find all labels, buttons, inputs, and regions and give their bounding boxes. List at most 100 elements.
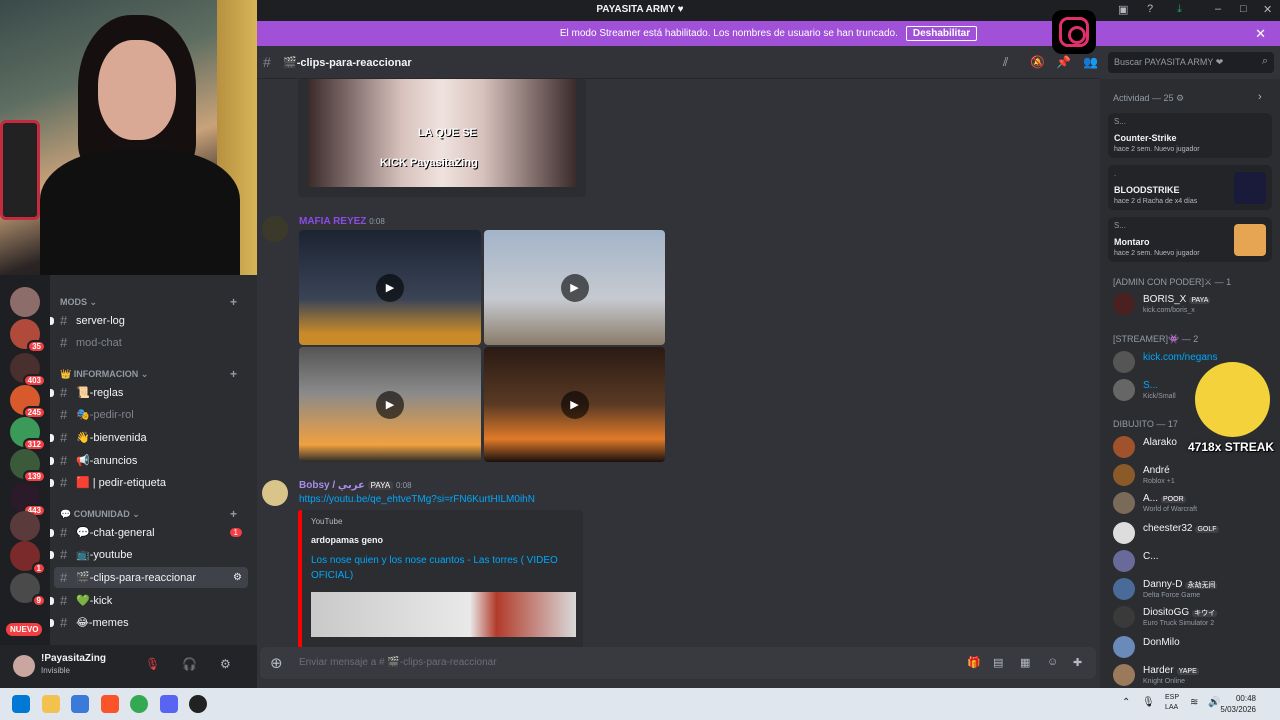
hash-icon: # <box>60 385 68 400</box>
server-icon[interactable]: 35 <box>10 319 46 353</box>
hash-icon: # <box>60 407 68 422</box>
inbox-icon[interactable]: ▣ <box>1118 3 1128 16</box>
message-input[interactable]: ⊕ Enviar mensaje a # 🎬-clips-para-reacci… <box>260 647 1096 679</box>
gif-icon[interactable]: ▤ <box>993 656 1003 669</box>
settings-icon[interactable]: ⚙ <box>233 572 242 583</box>
member-item[interactable]: Harder YAPE Knight Online <box>1113 662 1273 688</box>
start-icon[interactable] <box>12 695 30 713</box>
channel-pedir-rol[interactable]: # 🎭-pedir-rol <box>54 404 248 425</box>
app-icon[interactable] <box>71 695 89 713</box>
sticker-icon[interactable]: ▦ <box>1020 656 1030 669</box>
discord-icon[interactable] <box>160 695 178 713</box>
embed-title[interactable]: Los nose quien y los nose cuantos - Las … <box>311 553 571 583</box>
server-icon[interactable]: 1 <box>10 541 46 575</box>
channel-server-log[interactable]: # server-log <box>50 310 248 331</box>
author-name[interactable]: MAFIA REYEZ <box>299 216 366 227</box>
member-item[interactable]: André Roblox +1 <box>1113 462 1273 488</box>
channel-memes[interactable]: # 😂-memes <box>50 612 248 633</box>
activity-card[interactable]: . BLOODSTRIKE hace 2 d Racha de x4 días <box>1108 165 1272 210</box>
channel-reglas[interactable]: # 📜-reglas <box>50 382 248 403</box>
channel-pedir-etiqueta[interactable]: # 🟥 | pedir-etiqueta <box>50 472 248 493</box>
channel-chat-general[interactable]: # 💬-chat-general 1 <box>50 522 248 543</box>
server-icon[interactable]: 312 <box>10 417 46 451</box>
add-channel-icon[interactable]: + <box>230 295 237 309</box>
minimize-icon[interactable]: – <box>1215 3 1221 15</box>
chrome-icon[interactable] <box>130 695 148 713</box>
add-channel-icon[interactable]: + <box>230 507 237 521</box>
wifi-icon[interactable]: ≋ <box>1190 697 1198 708</box>
apps-icon[interactable]: ✚ <box>1073 656 1082 669</box>
member-item[interactable]: C... <box>1113 548 1273 574</box>
server-icon[interactable]: 443 <box>10 483 46 517</box>
volume-icon[interactable]: 🔊 <box>1208 697 1220 708</box>
category-mods[interactable]: MODS ⌄ + <box>60 295 237 309</box>
attach-icon[interactable]: ⊕ <box>270 654 283 672</box>
emoji-icon[interactable]: ☺ <box>1047 656 1058 668</box>
member-item[interactable]: cheester32 GOLF <box>1113 520 1273 546</box>
banner-close-icon[interactable]: ✕ <box>1255 26 1266 42</box>
avatar[interactable] <box>262 216 288 242</box>
close-icon[interactable]: ✕ <box>1263 3 1272 16</box>
file-explorer-icon[interactable] <box>42 695 60 713</box>
member-item[interactable]: DiositoGG キウイ Euro Truck Simulator 2 <box>1113 604 1273 630</box>
help-icon[interactable]: ? <box>1147 3 1153 15</box>
video-attachment[interactable]: ▶ <box>299 230 481 345</box>
channel-mod-chat[interactable]: # mod-chat <box>54 332 248 353</box>
video-attachment[interactable]: ▶ <box>484 347 665 462</box>
brave-icon[interactable] <box>101 695 119 713</box>
user-settings-icon[interactable]: ⚙ <box>220 657 231 671</box>
mute-mic-icon[interactable]: 🎙 <box>145 657 160 671</box>
video-attachment[interactable]: ▶ <box>299 347 481 462</box>
member-item[interactable]: BORIS_X PAYA kick.com/boris_x <box>1113 291 1273 317</box>
server-icon[interactable]: 9 <box>10 573 46 607</box>
video-attachment[interactable]: ▶ <box>484 230 665 345</box>
channel-youtube[interactable]: # 📺-youtube <box>50 544 248 565</box>
embed-author[interactable]: ardopamas geno <box>311 535 383 545</box>
clip-attachment[interactable]: LA QUE SE KICK PayasitaZing <box>298 79 586 197</box>
obs-icon[interactable] <box>189 695 207 713</box>
member-item[interactable]: A... POOR World of Warcraft <box>1113 490 1273 516</box>
embed-thumbnail[interactable] <box>311 592 576 637</box>
disable-streamer-button[interactable]: Deshabilitar <box>905 26 978 41</box>
language-indicator[interactable]: ESP LAA <box>1165 693 1179 713</box>
maximize-icon[interactable]: □ <box>1240 3 1247 15</box>
author-name[interactable]: Bobsy / عربي <box>299 480 365 491</box>
channel-kick[interactable]: # 💚-kick <box>50 590 248 611</box>
server-icon[interactable]: 403 <box>10 353 46 387</box>
notifications-icon[interactable]: 🔕 <box>1030 55 1045 69</box>
clock[interactable]: 00:48 5/03/2026 <box>1220 693 1256 715</box>
member-item[interactable]: DonMilo <box>1113 634 1273 660</box>
activity-card[interactable]: S... Montaro hace 2 sem. Nuevo jugador <box>1108 217 1272 262</box>
channel-clips-para-reaccionar[interactable]: # 🎬-clips-para-reaccionar ⚙ <box>54 567 248 588</box>
username[interactable]: !PayasitaZing <box>41 653 106 664</box>
channel-anuncios[interactable]: # 📢-anuncios <box>50 450 248 471</box>
member-list-icon[interactable]: 👥 <box>1083 55 1098 69</box>
avatar <box>1113 293 1135 315</box>
chevron-right-icon[interactable]: › <box>1258 91 1262 103</box>
server-icon[interactable] <box>10 511 40 541</box>
category-comunidad[interactable]: 💬 COMUNIDAD ⌄ + <box>60 507 237 521</box>
threads-icon[interactable]: ⫽ <box>1003 55 1008 70</box>
avatar <box>1113 578 1135 600</box>
download-icon[interactable]: ⤓ <box>1177 3 1182 16</box>
gift-icon[interactable]: 🎁 <box>967 656 981 669</box>
category-informacion[interactable]: 👑 INFORMACION ⌄ + <box>60 367 237 381</box>
avatar[interactable] <box>13 655 35 677</box>
server-rail: 35 403 245 312 139 443 1 9 <box>0 275 50 645</box>
add-channel-icon[interactable]: + <box>230 367 237 381</box>
headphones-icon[interactable]: 🎧 <box>182 657 197 671</box>
server-icon[interactable] <box>10 287 40 317</box>
microphone-icon[interactable]: 🎙 <box>1142 697 1155 708</box>
pin-icon[interactable]: 📌 <box>1056 55 1071 69</box>
message-link[interactable]: https://youtu.be/qe_ehtveTMg?si=rFN6Kurt… <box>299 494 535 505</box>
new-badge[interactable]: NUEVO <box>6 623 43 636</box>
chevron-up-icon[interactable]: ⌃ <box>1122 697 1130 708</box>
member-item[interactable]: Danny-D 永劫无间 Delta Force Game <box>1113 576 1273 602</box>
avatar <box>1113 606 1135 628</box>
channel-bienvenida[interactable]: # 👋-bienvenida <box>50 427 248 448</box>
avatar[interactable] <box>262 480 288 506</box>
server-icon[interactable]: 139 <box>10 449 46 483</box>
server-icon[interactable]: 245 <box>10 385 46 419</box>
activity-card[interactable]: S... Counter-Strike hace 2 sem. Nuevo ju… <box>1108 113 1272 158</box>
search-input[interactable]: Buscar PAYASITA ARMY ❤ ⌕ <box>1108 52 1274 73</box>
